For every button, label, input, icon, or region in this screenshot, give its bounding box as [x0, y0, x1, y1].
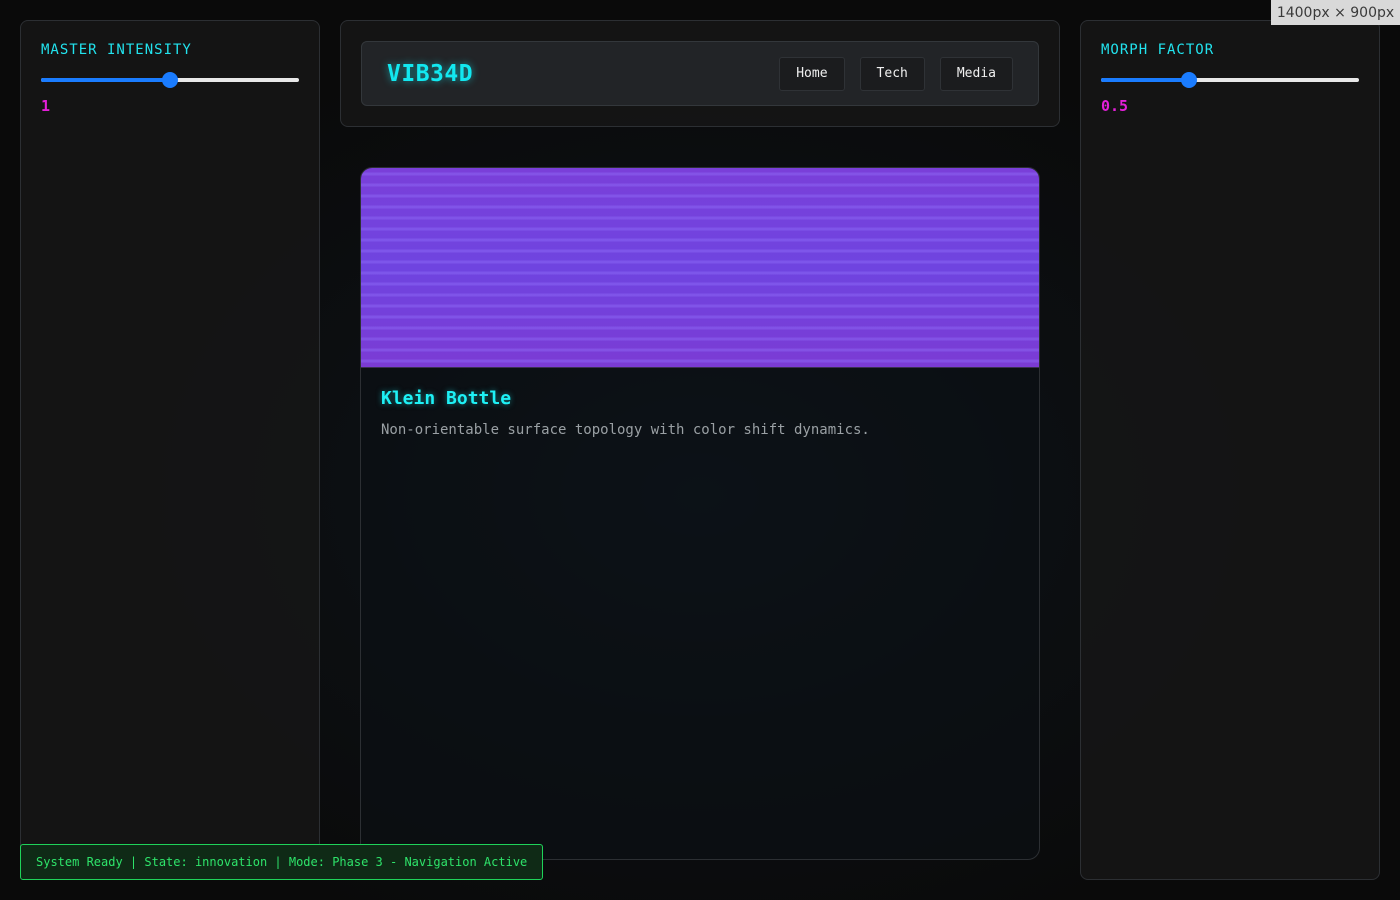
- brand-logo[interactable]: VIB34D: [387, 61, 473, 87]
- viewport-size-badge: 1400px × 900px: [1271, 0, 1400, 25]
- morph-factor-value: 0.5: [1101, 97, 1129, 115]
- card-description: Non-orientable surface topology with col…: [381, 422, 870, 438]
- card-body: Klein Bottle Non-orientable surface topo…: [361, 368, 1039, 458]
- slider-thumb[interactable]: [1180, 72, 1197, 88]
- nav-tech-button[interactable]: Tech: [859, 56, 925, 91]
- slider-fill: [1101, 78, 1189, 82]
- header-panel: VIB34D Home Tech Media: [340, 20, 1060, 127]
- master-intensity-value: 1: [41, 97, 51, 115]
- nav-menu: Home Tech Media: [779, 56, 1013, 91]
- master-intensity-slider[interactable]: [41, 72, 299, 88]
- morph-factor-label: MORPH FACTOR: [1101, 42, 1215, 58]
- morph-factor-slider[interactable]: [1101, 72, 1359, 88]
- card-title: Klein Bottle: [381, 388, 512, 409]
- master-intensity-label: MASTER INTENSITY: [41, 42, 192, 58]
- master-intensity-panel: MASTER INTENSITY 1: [20, 20, 320, 880]
- status-bar: System Ready | State: innovation | Mode:…: [20, 844, 544, 880]
- navigation-bar: VIB34D Home Tech Media: [361, 41, 1039, 106]
- nav-home-button[interactable]: Home: [779, 56, 845, 91]
- slider-thumb[interactable]: [162, 72, 178, 88]
- nav-media-button[interactable]: Media: [939, 56, 1013, 91]
- content-card[interactable]: Klein Bottle Non-orientable surface topo…: [360, 167, 1040, 860]
- morph-factor-panel: MORPH FACTOR 0.5: [1080, 20, 1380, 880]
- card-visualization: [361, 168, 1039, 368]
- slider-fill: [41, 78, 170, 82]
